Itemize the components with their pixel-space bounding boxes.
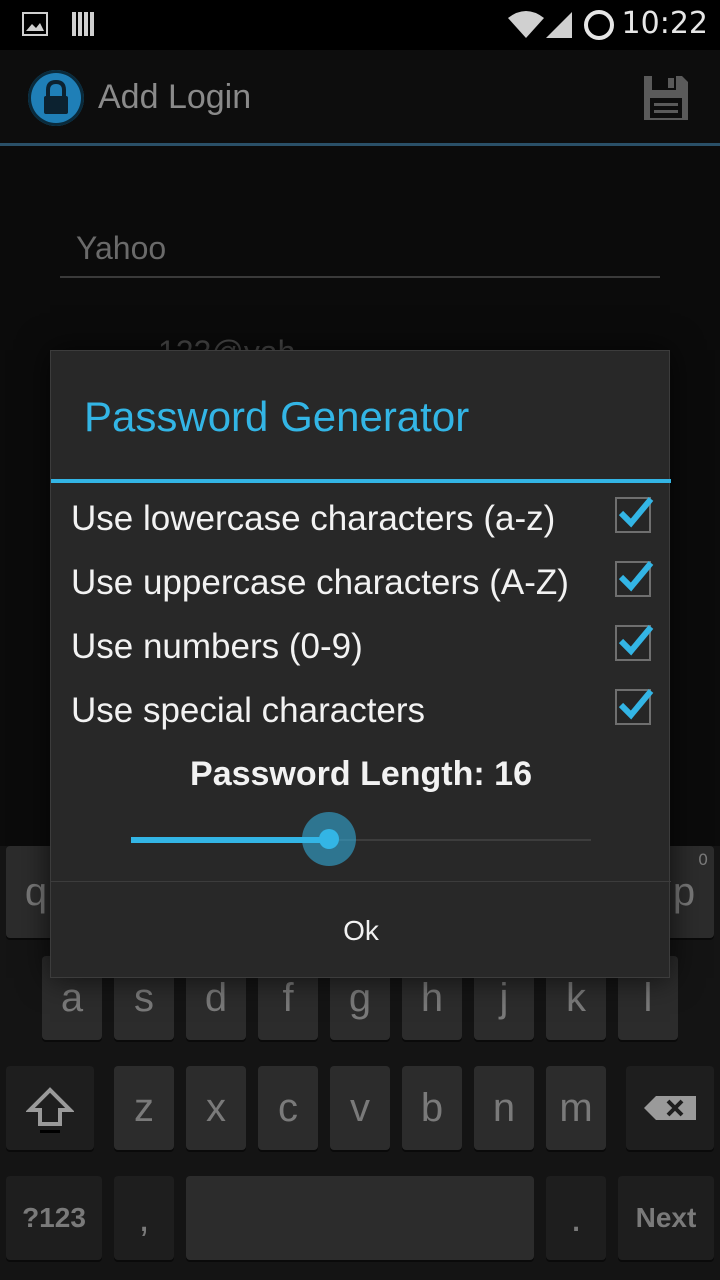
key-n[interactable]: n [474,1066,534,1150]
site-name-field[interactable]: Yahoo [60,226,660,278]
checkmark-icon [618,689,654,720]
uppercase-checkbox[interactable] [615,561,654,597]
key-c[interactable]: c [258,1066,318,1150]
key-m[interactable]: m [546,1066,606,1150]
app-lock-icon[interactable] [28,70,84,126]
option-lowercase[interactable]: Use lowercase characters (a-z) [71,487,654,549]
option-numbers[interactable]: Use numbers (0-9) [71,615,654,677]
key-z[interactable]: z [114,1066,174,1150]
option-numbers-label: Use numbers (0-9) [71,627,363,666]
period-key[interactable]: . [546,1176,606,1260]
slider-fill [131,837,329,843]
slider-thumb[interactable] [319,829,339,849]
checkmark-icon [618,497,654,528]
status-time: 10:22 [621,6,708,41]
gallery-notification-icon [22,12,48,36]
symbols-key[interactable]: ?123 [6,1176,102,1260]
checkmark-icon [618,561,654,592]
lowercase-checkbox[interactable] [615,497,654,533]
save-icon[interactable] [642,74,690,122]
option-special-label: Use special characters [71,691,426,730]
comma-key[interactable]: , [114,1176,174,1260]
option-special[interactable]: Use special characters [71,679,654,741]
numbers-checkbox[interactable] [615,625,654,661]
password-generator-dialog: Password Generator Use lowercase charact… [50,350,671,979]
special-checkbox[interactable] [615,689,654,725]
sd-card-notification-icon [72,12,94,36]
checkmark-icon [618,625,654,656]
space-key[interactable] [186,1176,534,1260]
shift-icon [26,1087,74,1133]
action-bar: Add Login [0,50,720,146]
wifi-icon [508,11,544,38]
option-uppercase-label: Use uppercase characters (A-Z) [71,563,569,602]
key-p-hint: 0 [698,850,709,869]
ok-button[interactable]: Ok [51,883,671,979]
site-name-value: Yahoo [76,230,167,266]
key-v[interactable]: v [330,1066,390,1150]
button-divider [51,881,671,882]
password-length-label: Password Length: 16 [190,755,532,793]
sync-circle-icon [584,10,614,40]
page-title: Add Login [98,78,252,116]
backspace-key[interactable] [626,1066,714,1150]
status-bar: 10:22 [0,0,720,50]
dialog-title: Password Generator [84,393,470,440]
backspace-icon [644,1096,696,1120]
option-lowercase-label: Use lowercase characters (a-z) [71,499,556,538]
signal-icon [546,12,572,38]
key-b[interactable]: b [402,1066,462,1150]
dialog-title-divider [51,479,671,483]
option-uppercase[interactable]: Use uppercase characters (A-Z) [71,551,654,613]
key-x[interactable]: x [186,1066,246,1150]
password-length-slider[interactable] [131,812,591,866]
next-key[interactable]: Next [618,1176,714,1260]
shift-key[interactable] [6,1066,94,1150]
